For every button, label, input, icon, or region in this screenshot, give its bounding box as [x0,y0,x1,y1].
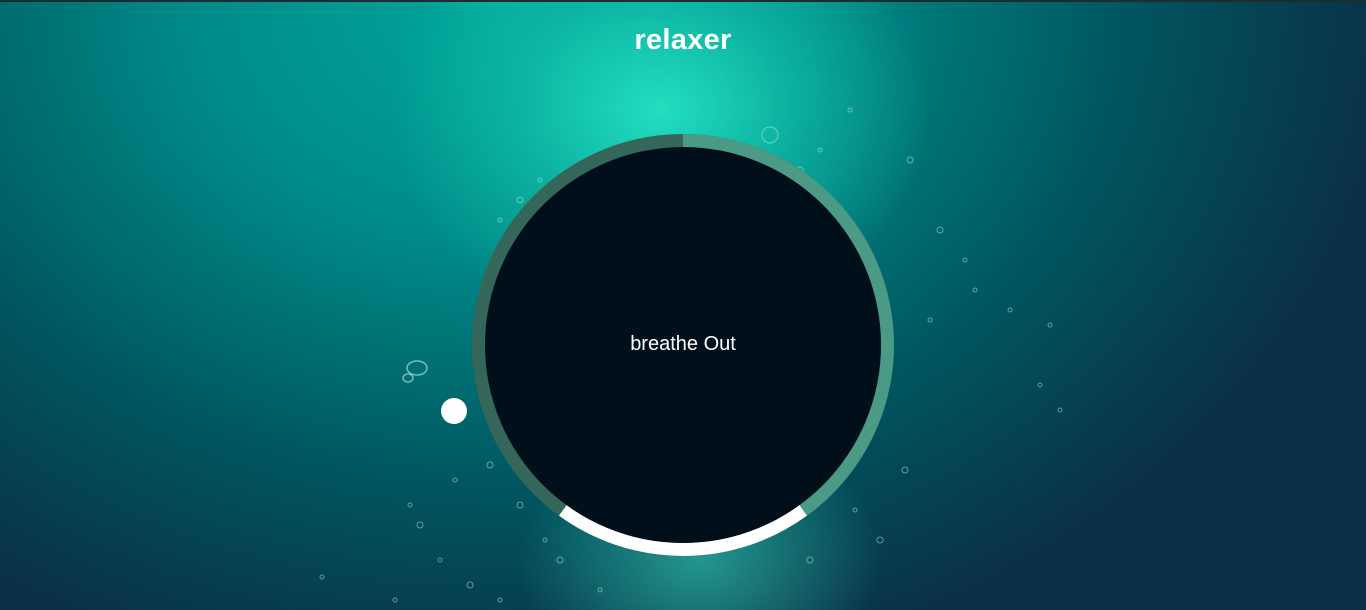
breathing-circle: breathe Out [485,147,881,543]
app-title: relaxer [634,24,732,56]
top-border [0,0,1366,2]
progress-pointer [441,398,467,424]
breathe-instruction: breathe Out [630,332,736,355]
